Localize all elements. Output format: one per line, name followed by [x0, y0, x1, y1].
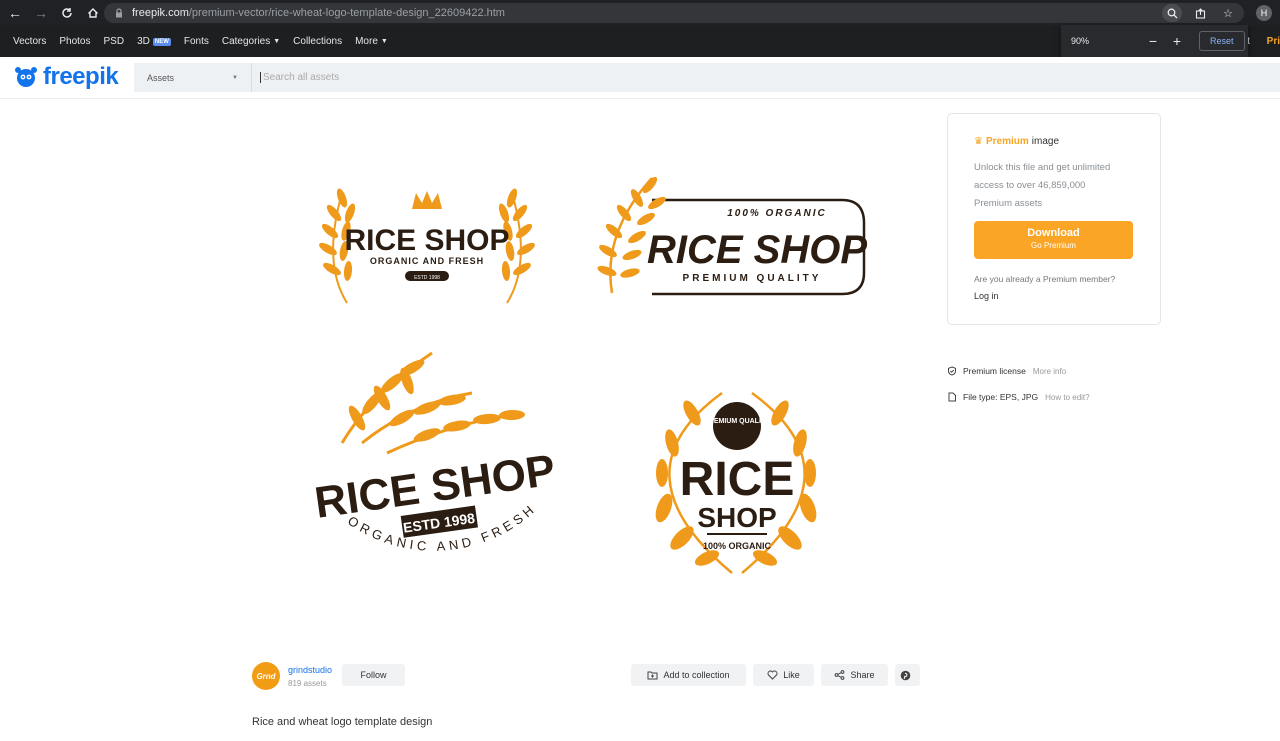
- login-link[interactable]: Log in: [974, 291, 1134, 301]
- nav-fonts[interactable]: Fonts: [184, 36, 209, 47]
- nav-3d-label: 3D: [137, 36, 150, 47]
- license-row: Premium license More info: [947, 366, 1066, 376]
- author-avatar[interactable]: Grnd: [252, 662, 280, 690]
- logo2-sub: PREMIUM QUALITY: [683, 273, 822, 284]
- home-icon[interactable]: [82, 2, 104, 24]
- premium-title: ♛ Premium image: [974, 136, 1134, 147]
- logo4-sub: 100% ORGANIC: [703, 541, 772, 551]
- filetype-row: File type: EPS, JPG How to edit?: [947, 392, 1090, 402]
- shield-icon: [948, 366, 956, 376]
- desc-line: Premium assets: [974, 198, 1043, 209]
- filetype-text: File type: EPS, JPG: [963, 392, 1039, 402]
- nav-more[interactable]: More ▼: [355, 36, 388, 47]
- zoom-icon[interactable]: [1162, 4, 1182, 22]
- logo2-main: RICE SHOP: [647, 228, 867, 272]
- browser-toolbar: ← → freepik.com/premium-vector/rice-whea…: [0, 0, 1280, 26]
- search-input[interactable]: Search all assets: [260, 72, 339, 83]
- freepik-logo[interactable]: freepik: [13, 63, 119, 91]
- nav-categories[interactable]: Categories ▼: [222, 36, 280, 47]
- download-button[interactable]: Download Go Premium: [974, 221, 1133, 259]
- address-bar[interactable]: freepik.com/premium-vector/rice-wheat-lo…: [104, 3, 1244, 23]
- logo1-main: RICE SHOP: [344, 224, 509, 257]
- like-label: Like: [783, 670, 800, 680]
- site-header: freepik Assets ▼ Search all assets: [0, 57, 1280, 99]
- share-button[interactable]: Share: [821, 664, 888, 686]
- url-path: /premium-vector/rice-wheat-logo-template…: [188, 7, 505, 19]
- preview-image[interactable]: RICE SHOP ORGANIC AND FRESH ESTD 1998 10…: [252, 113, 920, 650]
- profile-avatar[interactable]: H: [1256, 5, 1272, 21]
- page-title: Rice and wheat logo template design: [252, 716, 433, 728]
- zoom-percent: 90%: [1071, 36, 1090, 46]
- premium-description: Unlock this file and get unlimited acces…: [974, 159, 1134, 213]
- premium-card: ♛ Premium image Unlock this file and get…: [947, 113, 1161, 325]
- how-to-edit-link[interactable]: How to edit?: [1045, 393, 1089, 402]
- new-badge: NEW: [152, 37, 171, 46]
- back-icon[interactable]: ←: [4, 2, 26, 24]
- already-member-text: Are you already a Premium member?: [974, 274, 1116, 284]
- desc-line: access to over 46,859,000: [974, 180, 1086, 191]
- premium-rest: image: [1031, 136, 1060, 147]
- heart-icon: [767, 670, 778, 680]
- author-assets: 819 assets: [288, 678, 327, 688]
- add-to-collection-button[interactable]: Add to collection: [631, 664, 746, 686]
- nav-3d[interactable]: 3D NEW: [137, 36, 171, 47]
- search-bar: Assets ▼ Search all assets: [134, 63, 1280, 92]
- follow-button[interactable]: Follow: [342, 664, 405, 686]
- add-to-collection-label: Add to collection: [663, 670, 730, 680]
- lock-icon: [116, 8, 122, 18]
- reload-icon[interactable]: [56, 2, 78, 24]
- share-icon: [835, 670, 845, 680]
- asset-type-select[interactable]: Assets ▼: [134, 63, 252, 92]
- zoom-in-button[interactable]: +: [1165, 33, 1189, 49]
- chevron-down-icon: ▼: [232, 74, 238, 81]
- logo-text: freepik: [43, 63, 119, 90]
- chevron-down-icon: ▼: [380, 38, 388, 45]
- author-name[interactable]: grindstudio: [288, 665, 332, 675]
- logo4-main1: RICE: [680, 453, 795, 506]
- logo-four: PREMIUM QUALITY RICE SHOP 100% ORGANIC: [655, 391, 817, 574]
- logo-two: 100% ORGANIC RICE SHOP PREMIUM QUALITY: [597, 176, 867, 296]
- logo2-top: 100% ORGANIC: [727, 208, 827, 219]
- logo-three: RICE SHOP ESTD 1998 ORGANIC AND FRESH: [312, 351, 558, 554]
- download-label: Download: [1027, 227, 1080, 239]
- go-premium-label: Go Premium: [1031, 241, 1076, 250]
- share-page-icon[interactable]: [1190, 4, 1210, 22]
- zoom-popup: 90% − + Reset: [1061, 25, 1248, 57]
- forward-icon[interactable]: →: [30, 2, 52, 24]
- nav-more-label: More: [355, 36, 378, 47]
- nav-psd[interactable]: PSD: [104, 36, 125, 47]
- nav-vectors[interactable]: Vectors: [13, 36, 46, 47]
- share-label: Share: [850, 670, 875, 680]
- premium-word: Premium: [985, 136, 1029, 147]
- nav-collections[interactable]: Collections: [293, 36, 342, 47]
- logo1-sub: ORGANIC AND FRESH: [370, 256, 484, 266]
- logo-one: RICE SHOP ORGANIC AND FRESH ESTD 1998: [319, 188, 535, 304]
- nav-categories-label: Categories: [221, 36, 271, 47]
- pinterest-button[interactable]: [895, 664, 920, 686]
- desc-line: Unlock this file and get unlimited: [974, 162, 1111, 173]
- pinterest-icon: [900, 670, 910, 680]
- author-info: Grnd grindstudio 819 assets: [252, 662, 332, 690]
- freepik-mascot-icon: [15, 67, 37, 87]
- logo1-tag: ESTD 1998: [414, 275, 440, 281]
- logo4-badge: PREMIUM QUALITY: [704, 418, 770, 425]
- url-text: freepik.com/premium-vector/rice-wheat-lo…: [132, 7, 505, 19]
- crown-icon: ♛: [974, 136, 983, 147]
- nav-photos[interactable]: Photos: [59, 36, 90, 47]
- nav-pricing[interactable]: Pri: [1267, 36, 1280, 47]
- zoom-out-button[interactable]: −: [1141, 33, 1165, 49]
- more-info-link[interactable]: More info: [1033, 367, 1066, 376]
- logo4-main2: SHOP: [697, 502, 776, 533]
- asset-type-value: Assets: [147, 72, 175, 83]
- url-domain: freepik.com: [132, 7, 189, 19]
- license-text: Premium license: [963, 366, 1026, 376]
- bookmark-star-icon[interactable]: ☆: [1218, 4, 1238, 22]
- like-button[interactable]: Like: [753, 664, 814, 686]
- chevron-down-icon: ▼: [273, 38, 281, 45]
- zoom-reset-button[interactable]: Reset: [1199, 31, 1245, 51]
- file-icon: [948, 392, 956, 402]
- folder-plus-icon: [647, 671, 658, 680]
